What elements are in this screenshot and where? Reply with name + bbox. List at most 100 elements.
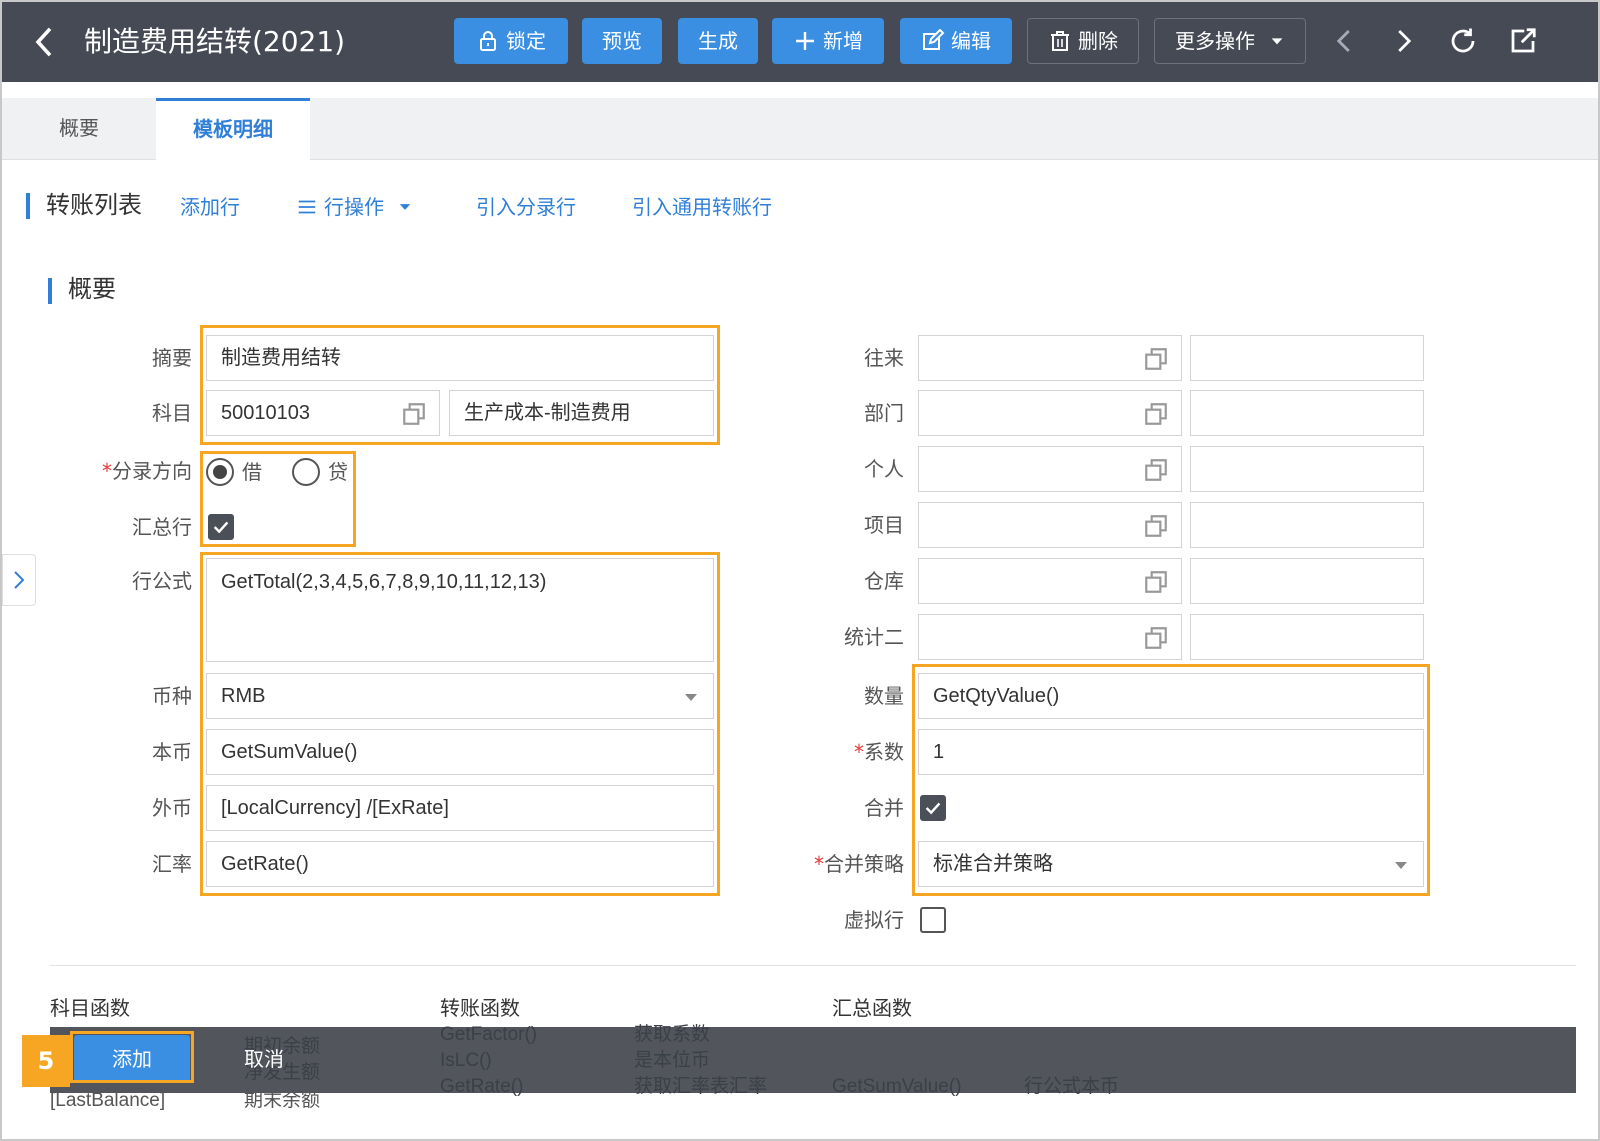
edit-label: 编辑 [951,29,991,53]
menu-icon [298,200,316,214]
lock-icon [480,31,496,51]
caret-down-icon [1271,38,1283,45]
direction-label-text: 分录方向 [112,459,192,483]
more-actions-label: 更多操作 [1175,29,1255,53]
generate-label: 生成 [698,29,738,53]
warehouse-input[interactable] [918,558,1182,604]
copy-icon[interactable] [1143,513,1169,539]
copy-icon[interactable] [1143,625,1169,651]
generate-button[interactable]: 生成 [678,18,758,64]
account-code-input[interactable]: 50010103 [206,390,440,436]
department-label: 部门 [864,401,904,425]
tab-overview[interactable]: 概要 [2,98,156,160]
rate-label: 汇率 [152,852,192,876]
lock-button[interactable]: 锁定 [454,18,568,64]
merge-strategy-select[interactable]: 标准合并策略 [918,841,1424,887]
plus-icon [796,32,814,50]
delete-button[interactable]: 删除 [1027,18,1139,64]
coefficient-label: *系数 [854,740,904,764]
quantity-input[interactable]: GetQtyValue() [918,673,1424,719]
function-item: [LastBalance] [50,1090,166,1111]
import-entry-link[interactable]: 引入分录行 [476,192,576,222]
copy-icon[interactable] [1143,401,1169,427]
counterparty-input[interactable] [918,335,1182,381]
transfer-list-title: 转账列表 [46,191,142,219]
refresh-icon[interactable] [1446,24,1480,58]
stat2-input[interactable] [918,614,1182,660]
stat2-label: 统计二 [844,625,904,649]
more-actions-dropdown[interactable]: 更多操作 [1154,18,1306,64]
top-toolbar: 制造费用结转(2021) 锁定 预览 生成 新增 编辑 删除 更多操作 [2,2,1598,82]
row-operations-dropdown[interactable]: 行操作 [296,192,412,222]
debit-radio[interactable] [206,458,234,486]
import-general-link[interactable]: 引入通用转账行 [632,192,772,222]
summary-row-checkbox[interactable] [208,514,234,540]
local-currency-input[interactable]: GetSumValue() [206,729,714,775]
edit-button[interactable]: 编辑 [900,18,1012,64]
warehouse-label: 仓库 [864,569,904,593]
function-item: GetFactor() [440,1024,538,1045]
check-icon [925,802,941,815]
account-name-input[interactable]: 生产成本-制造费用 [449,390,714,436]
preview-label: 预览 [602,29,642,53]
department-name-input[interactable] [1190,390,1424,436]
back-arrow-icon[interactable] [30,24,66,60]
account-label: 科目 [152,401,192,425]
caret-down-icon [685,694,697,701]
chevron-right-icon[interactable] [1386,24,1420,58]
chevron-left-icon[interactable] [1328,24,1362,58]
currency-value: RMB [221,685,266,707]
quantity-label: 数量 [864,684,904,708]
delete-label: 删除 [1078,29,1118,53]
account-code-value: 50010103 [221,402,310,424]
credit-label: 贷 [328,460,348,484]
caret-down-icon [399,204,411,210]
preview-button[interactable]: 预览 [582,18,662,64]
function-item: 行公式本币 [1024,1076,1120,1097]
tab-template-detail[interactable]: 模板明细 [156,98,310,160]
section-marker [26,193,30,219]
lock-label: 锁定 [506,29,546,53]
add-row-link[interactable]: 添加行 [180,192,240,222]
department-input[interactable] [918,390,1182,436]
copy-icon[interactable] [1143,346,1169,372]
merge-checkbox[interactable] [920,795,946,821]
merge-strategy-label: *合并策略 [814,852,904,876]
warehouse-name-input[interactable] [1190,558,1424,604]
caret-down-icon [1395,862,1407,869]
formula-textarea[interactable]: GetTotal(2,3,4,5,6,7,8,9,10,11,12,13) [206,558,714,662]
individual-label: 个人 [864,457,904,481]
local-currency-label: 本币 [152,740,192,764]
check-icon [213,521,229,534]
copy-icon[interactable] [1143,457,1169,483]
stat2-name-input[interactable] [1190,614,1424,660]
add-button[interactable]: 添加 [74,1035,190,1083]
merge-strategy-value: 标准合并策略 [933,853,1053,875]
summary-row-label: 汇总行 [132,515,192,539]
rate-input[interactable]: GetRate() [206,841,714,887]
virtual-row-checkbox[interactable] [920,907,946,933]
function-item: IsLC() [440,1050,492,1071]
row-operations-label: 行操作 [324,195,384,219]
section-marker [48,278,52,304]
currency-select[interactable]: RMB [206,673,714,719]
summary-input[interactable]: 制造费用结转 [206,335,714,381]
function-item: 期末余额 [244,1090,321,1111]
project-input[interactable] [918,502,1182,548]
merge-label: 合并 [864,796,904,820]
individual-name-input[interactable] [1190,446,1424,492]
individual-input[interactable] [918,446,1182,492]
copy-icon[interactable] [401,401,427,427]
project-name-input[interactable] [1190,502,1424,548]
overview-title: 概要 [68,275,116,303]
coefficient-input[interactable]: 1 [918,729,1424,775]
virtual-row-label: 虚拟行 [844,908,904,932]
share-icon[interactable] [1506,24,1540,58]
add-new-button[interactable]: 新增 [772,18,884,64]
copy-icon[interactable] [1143,569,1169,595]
counterparty-name-input[interactable] [1190,335,1424,381]
side-panel-toggle[interactable] [2,554,36,606]
credit-radio[interactable] [292,458,320,486]
foreign-currency-input[interactable]: [LocalCurrency] /[ExRate] [206,785,714,831]
cancel-button[interactable]: 取消 [244,1044,284,1074]
